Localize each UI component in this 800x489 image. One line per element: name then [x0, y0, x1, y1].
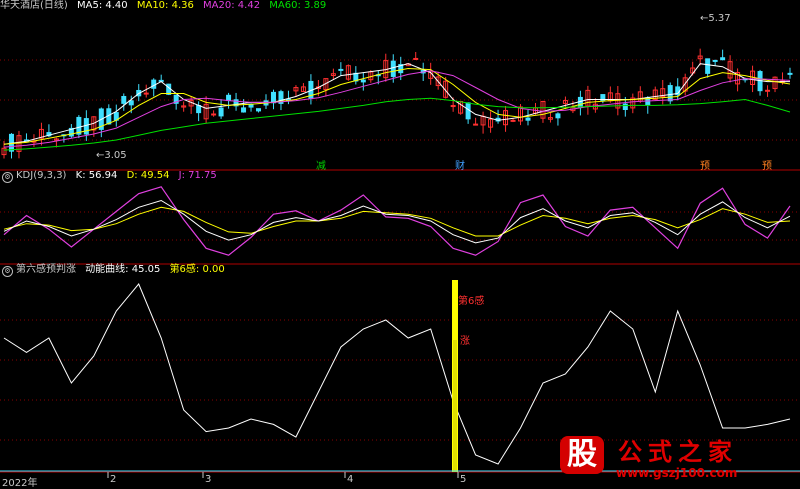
candle-body — [712, 59, 718, 62]
candle-body — [765, 89, 771, 92]
sixth-sense-bar-inner — [453, 340, 457, 472]
signal-label: 涨 — [460, 336, 470, 347]
ma5-label: MA5: 4.40 — [77, 0, 128, 11]
kdj-j-label: J: 71.75 — [178, 170, 217, 181]
candle-body — [390, 60, 396, 77]
kdj-panel-header: ⚙ KDJ(9,3,3) K: 56.94 D: 49.54 J: 71.75 — [2, 168, 223, 184]
momentum-label: 动能曲线: 45.05 — [85, 264, 161, 275]
candle-body — [720, 57, 726, 61]
indicator-settings-icon[interactable]: ⚙ — [2, 172, 13, 183]
candle-body — [360, 79, 366, 83]
x-tick-label: 3 — [205, 474, 212, 485]
candle-body — [338, 68, 344, 71]
signal-label: 第6感 — [458, 296, 485, 307]
event-marker[interactable]: 财 — [455, 157, 465, 172]
candle-body — [83, 118, 89, 135]
event-marker[interactable]: 预 — [762, 157, 772, 172]
low-price-value: 3.05 — [104, 150, 127, 161]
low-price-label: ←3.05 — [96, 150, 127, 161]
candle-body — [667, 85, 673, 102]
stock-chart — [0, 48, 800, 478]
candle-body — [121, 96, 127, 104]
ma-line-ma20 — [3, 70, 791, 148]
ma60-label: MA60: 3.89 — [269, 0, 327, 11]
kdj-name-label: KDJ(9,3,3) — [16, 170, 67, 181]
candle-body — [473, 123, 479, 126]
ma10-label: MA10: 4.36 — [136, 0, 194, 11]
candle-body — [510, 119, 516, 122]
candle-body — [218, 107, 224, 117]
candle-body — [705, 58, 711, 74]
candle-body — [555, 113, 561, 119]
sixth-sense-label: 第6感: 0.00 — [169, 264, 225, 275]
event-marker[interactable]: 减 — [316, 157, 326, 172]
candle-body — [622, 103, 628, 110]
candle-body — [413, 57, 419, 60]
candle-body — [226, 94, 232, 102]
candle-body — [196, 105, 202, 114]
ma-line-ma60 — [3, 97, 791, 151]
watermark: 股 公式之家 www.gszj100.com — [556, 434, 800, 488]
candle-body — [577, 96, 583, 109]
watermark-title: 公式之家 — [618, 437, 738, 466]
high-price-value: 5.37 — [708, 13, 731, 24]
candle-body — [143, 92, 149, 95]
candle-body — [128, 100, 134, 106]
sixth-name-label: 第六感预判涨 — [16, 264, 76, 275]
candle-body — [450, 105, 456, 108]
candle-body — [256, 108, 262, 112]
price-panel-header: 华天酒店(日线) MA5: 4.40 MA10: 4.36 MA20: 4.42… — [0, 0, 332, 14]
event-marker[interactable]: 预 — [700, 157, 710, 172]
sixth-panel-header: ⚙ 第六感预判涨 动能曲线: 45.05 第6感: 0.00 — [2, 262, 231, 278]
high-price-label: ←5.37 — [700, 13, 731, 24]
x-tick-label: 2 — [110, 474, 117, 485]
candle-body — [787, 72, 793, 75]
x-tick-label: 4 — [347, 474, 354, 485]
watermark-logo: 股 — [560, 436, 604, 474]
x-tick-label: 5 — [460, 474, 467, 485]
ma20-label: MA20: 4.42 — [203, 0, 261, 11]
candle-body — [151, 79, 157, 89]
kdj-d-label: D: 49.54 — [126, 170, 170, 181]
stock-title: 华天酒店(日线) — [0, 0, 68, 11]
candle-body — [525, 117, 531, 121]
candle-body — [241, 107, 247, 113]
ma-line-ma5 — [3, 63, 790, 145]
candle-body — [211, 113, 217, 116]
indicator-settings-icon[interactable]: ⚙ — [2, 266, 13, 277]
x-tick-label: 2022年 — [2, 478, 38, 489]
kdj-k-label: K: 56.94 — [75, 170, 118, 181]
candle-body — [270, 91, 276, 104]
watermark-url: www.gszj100.com — [616, 466, 738, 480]
